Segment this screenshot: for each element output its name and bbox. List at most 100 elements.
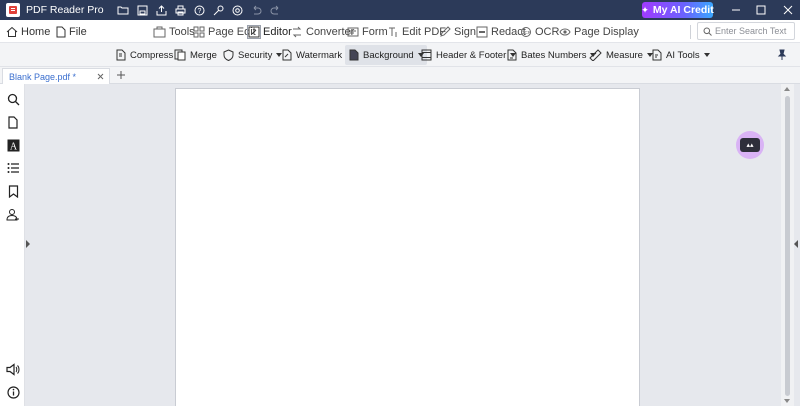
- menu-tools[interactable]: Tools: [153, 20, 195, 43]
- background-dropdown[interactable]: Background: [345, 45, 427, 65]
- quick-access-toolbar: ?: [114, 0, 285, 20]
- key-icon[interactable]: [209, 0, 228, 20]
- pin-icon[interactable]: [776, 49, 788, 61]
- menu-page-display[interactable]: Page Display: [559, 20, 639, 43]
- left-sidebar: A: [0, 84, 25, 406]
- expand-left-panel-icon[interactable]: [26, 240, 30, 248]
- menu-redact[interactable]: Redact: [476, 20, 526, 43]
- menu-form-label: Form: [362, 25, 388, 38]
- text-cursor-icon: [387, 26, 399, 38]
- scroll-down-arrow-icon[interactable]: [784, 399, 790, 403]
- menu-file-label: File: [69, 25, 87, 38]
- scroll-up-arrow-icon[interactable]: [784, 87, 790, 91]
- ai-credit-label: My AI Credit: [652, 4, 714, 16]
- form-icon: [347, 26, 359, 38]
- bates-numbers-dropdown[interactable]: Bates Numbers: [503, 45, 599, 65]
- bates-numbers-icon: [506, 49, 517, 61]
- header-footer-label: Header & Footer: [436, 49, 507, 61]
- main-menu-bar: Home File Tools Page Edit Editor Convert…: [0, 20, 800, 43]
- security-dropdown[interactable]: Security: [220, 45, 285, 65]
- signature-icon[interactable]: [5, 206, 21, 222]
- open-folder-icon[interactable]: [114, 0, 133, 20]
- vertical-scrollbar[interactable]: [781, 84, 794, 406]
- share-icon[interactable]: [152, 0, 171, 20]
- merge-icon: [174, 49, 186, 61]
- print-icon[interactable]: [171, 0, 190, 20]
- new-tab-button[interactable]: [114, 68, 128, 82]
- security-label: Security: [238, 49, 273, 61]
- menu-divider: [690, 25, 691, 39]
- header-footer-icon: [421, 49, 432, 61]
- document-tab-bar: Blank Page.pdf *: [0, 67, 800, 84]
- search-icon[interactable]: [5, 91, 21, 107]
- ai-tools-icon: [651, 49, 662, 61]
- robot-icon: ▴▴: [740, 138, 760, 152]
- compress-icon: [115, 49, 126, 61]
- page-grid-icon: [193, 26, 205, 38]
- search-input[interactable]: [715, 26, 791, 36]
- menu-form[interactable]: Form: [347, 20, 388, 43]
- search-icon: [703, 27, 712, 36]
- menu-sign-label: Sign: [454, 25, 477, 38]
- home-icon: [6, 26, 18, 38]
- background-icon: [348, 49, 359, 61]
- svg-text:?: ?: [197, 8, 201, 15]
- compress-label: Compress: [130, 49, 174, 61]
- measure-label: Measure: [606, 49, 643, 61]
- menu-tools-label: Tools: [169, 25, 195, 38]
- menu-edit-pdf[interactable]: Edit PDF: [387, 20, 446, 43]
- sparkle-icon: ✦: [641, 4, 649, 15]
- watermark-label: Watermark: [296, 49, 343, 61]
- toolbox-icon: [153, 26, 166, 38]
- document-tab[interactable]: Blank Page.pdf *: [2, 68, 110, 84]
- bates-numbers-label: Bates Numbers: [521, 49, 587, 61]
- compress-button[interactable]: Compress: [112, 45, 176, 65]
- chevron-down-icon: [703, 53, 710, 57]
- text-icon[interactable]: A: [5, 137, 21, 153]
- app-logo: [6, 3, 20, 17]
- app-title: PDF Reader Pro: [26, 4, 104, 16]
- ai-credit-button[interactable]: ✦ My AI Credit: [641, 2, 714, 18]
- watermark-icon: [281, 49, 292, 61]
- measure-dropdown[interactable]: Measure: [586, 45, 656, 65]
- close-window-button[interactable]: [772, 0, 800, 20]
- ruler-icon: [589, 49, 602, 61]
- background-label: Background: [363, 49, 414, 61]
- ai-assistant-button[interactable]: ▴▴: [736, 131, 764, 159]
- menu-file[interactable]: File: [55, 20, 87, 43]
- redo-icon[interactable]: [266, 0, 285, 20]
- speaker-icon[interactable]: [5, 361, 21, 377]
- settings-icon[interactable]: [228, 0, 247, 20]
- menu-page-edit[interactable]: Page Edit: [193, 20, 256, 43]
- outline-icon[interactable]: [5, 160, 21, 176]
- editor-icon: [247, 24, 261, 39]
- help-icon[interactable]: ?: [190, 0, 209, 20]
- pen-icon: [439, 25, 451, 38]
- undo-icon[interactable]: [247, 0, 266, 20]
- document-tab-label: Blank Page.pdf *: [9, 71, 77, 82]
- editor-ribbon: Compress Merge Security Watermark Backgr…: [0, 43, 800, 67]
- menu-home[interactable]: Home: [6, 20, 50, 43]
- scrollbar-thumb[interactable]: [785, 96, 790, 396]
- merge-button[interactable]: Merge: [171, 45, 220, 65]
- menu-ocr[interactable]: OCR OCR: [520, 20, 559, 43]
- eye-icon: [559, 26, 571, 38]
- save-icon[interactable]: [133, 0, 152, 20]
- menu-editor[interactable]: Editor: [247, 20, 292, 43]
- shield-icon: [223, 49, 234, 61]
- title-bar: PDF Reader Pro ? ✦ My AI Credit: [0, 0, 800, 20]
- close-icon[interactable]: [97, 73, 104, 80]
- search-box[interactable]: [697, 22, 795, 40]
- page-thumbnails-icon[interactable]: [5, 114, 21, 130]
- svg-text:A: A: [9, 141, 17, 152]
- ocr-icon: OCR: [520, 26, 532, 38]
- info-icon[interactable]: [5, 384, 21, 400]
- expand-right-panel-icon[interactable]: [794, 240, 798, 248]
- ai-tools-dropdown[interactable]: AI Tools: [648, 45, 713, 65]
- file-icon: [55, 26, 66, 38]
- bookmark-icon[interactable]: [5, 183, 21, 199]
- menu-converter[interactable]: Converter: [291, 20, 354, 43]
- menu-sign[interactable]: Sign: [439, 20, 476, 43]
- watermark-dropdown[interactable]: Watermark: [278, 45, 355, 65]
- pdf-page[interactable]: [175, 88, 640, 406]
